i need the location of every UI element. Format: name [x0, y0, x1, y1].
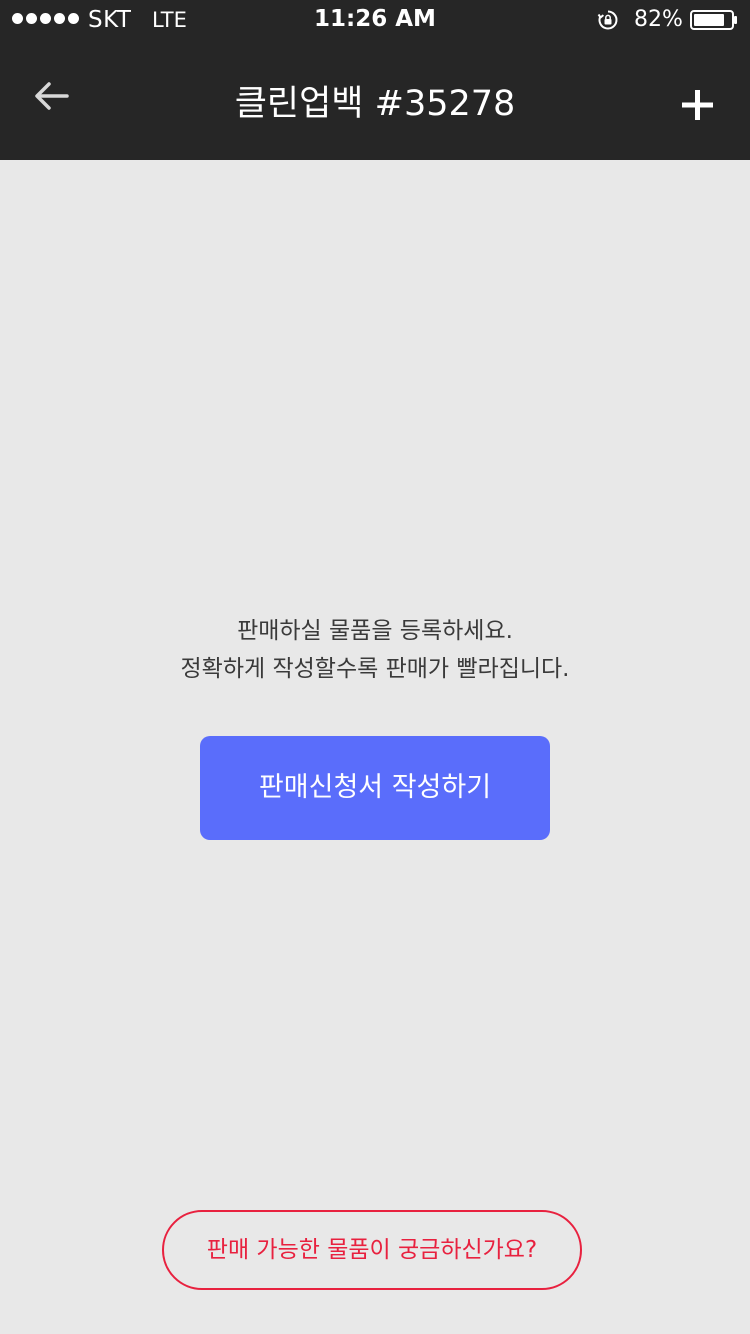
- battery-icon: [690, 10, 737, 30]
- guide-line-2: 정확하게 작성할수록 판매가 빨라집니다.: [180, 656, 570, 682]
- add-button[interactable]: [672, 82, 722, 128]
- guide-line-1: 판매하실 물품을 등록하세요.: [237, 618, 513, 644]
- rotation-lock-icon: [597, 10, 618, 30]
- write-application-button[interactable]: 판매신청서 작성하기: [200, 736, 550, 840]
- plus-icon: [682, 90, 713, 120]
- back-button[interactable]: [28, 76, 76, 120]
- battery-percentage: 82%: [634, 7, 683, 32]
- page-title: 클린업백 #35278: [234, 84, 516, 124]
- top-bar: SKT LTE 11:26 AM 82% 클린업백 #35278: [0, 0, 750, 160]
- sellable-items-button[interactable]: 판매 가능한 물품이 궁금하신가요?: [162, 1210, 582, 1290]
- arrow-left-icon: [35, 82, 69, 110]
- status-bar: SKT LTE 11:26 AM 82%: [0, 0, 750, 40]
- guide-text: 판매하실 물품을 등록하세요. 정확하게 작성할수록 판매가 빨라집니다.: [75, 612, 675, 688]
